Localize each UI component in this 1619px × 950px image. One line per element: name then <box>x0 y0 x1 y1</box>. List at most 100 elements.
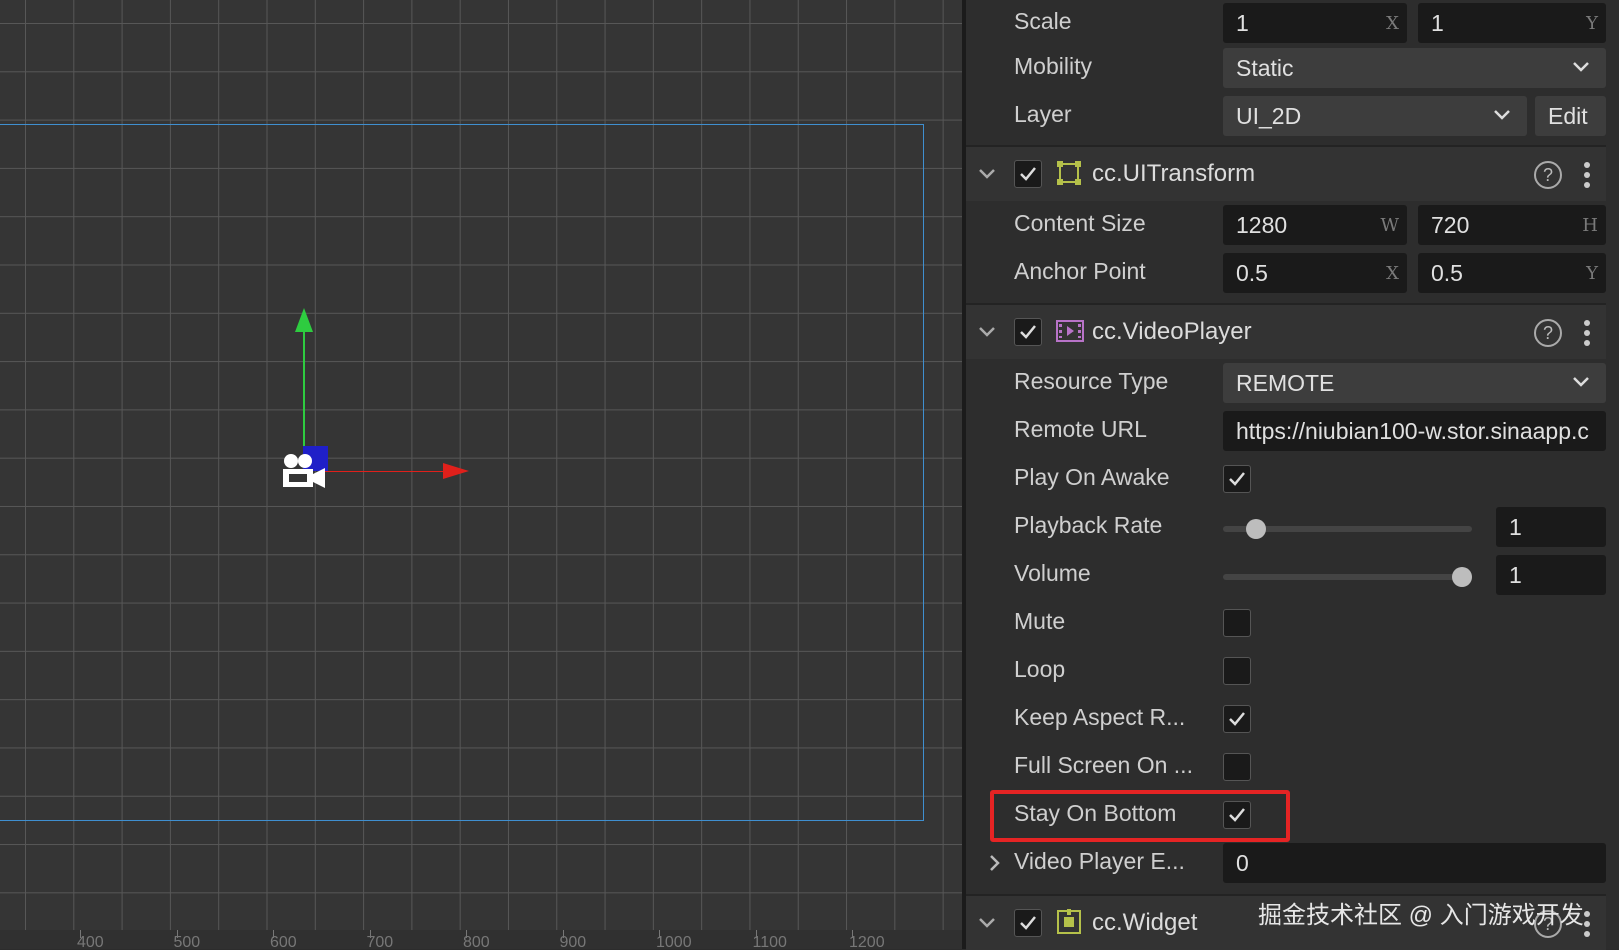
widget-title: cc.Widget <box>1092 909 1198 936</box>
anchor-x-field[interactable]: 0.5 X <box>1223 253 1407 293</box>
loop-label: Loop <box>1014 656 1066 682</box>
ruler-label: 700 <box>366 934 394 949</box>
anchor-point-label: Anchor Point <box>1014 258 1146 284</box>
slider-handle[interactable] <box>1452 567 1472 587</box>
y-axis-arrow-icon[interactable] <box>295 308 313 332</box>
content-width-value: 1280 <box>1236 212 1288 238</box>
ruler-label: 1100 <box>752 934 787 949</box>
full-screen-checkbox[interactable] <box>1223 753 1251 781</box>
chevron-down-icon[interactable] <box>978 914 996 932</box>
y-axis-handle[interactable] <box>303 325 305 450</box>
anchor-y-field[interactable]: 0.5 Y <box>1418 253 1606 293</box>
video-player-events-count[interactable]: 0 <box>1223 843 1606 883</box>
playback-rate-input[interactable]: 1 <box>1496 507 1606 547</box>
chevron-down-icon[interactable] <box>978 165 996 183</box>
mobility-value: Static <box>1236 55 1294 81</box>
remote-url-label: Remote URL <box>1014 416 1147 442</box>
x-axis-handle[interactable] <box>322 471 450 472</box>
ruler-label: 500 <box>173 934 201 949</box>
volume-input[interactable]: 1 <box>1496 555 1606 595</box>
x-axis-arrow-icon[interactable] <box>443 463 469 479</box>
axis-x-label: X <box>1386 263 1399 284</box>
scale-y-field[interactable]: 1 Y <box>1418 3 1606 43</box>
mute-label: Mute <box>1014 608 1066 634</box>
keep-aspect-row: Keep Aspect R... <box>966 696 1606 742</box>
mute-row: Mute <box>966 600 1606 646</box>
ruler-label: 600 <box>270 934 297 949</box>
content-width-field[interactable]: 1280 W <box>1223 205 1407 245</box>
scene-view[interactable]: 400 500 600 700 800 900 1000 1100 1200 <box>0 0 962 949</box>
uitransform-header[interactable]: cc.UITransform ? <box>966 145 1606 201</box>
scale-x-field[interactable]: 1 X <box>1223 3 1407 43</box>
more-options-icon[interactable] <box>1583 319 1591 347</box>
camera-icon[interactable] <box>281 452 329 490</box>
widget-enabled-checkbox[interactable] <box>1014 909 1042 937</box>
more-options-icon[interactable] <box>1583 161 1591 189</box>
resource-type-value: REMOTE <box>1236 370 1335 396</box>
help-icon[interactable]: ? <box>1534 319 1562 347</box>
more-options-icon[interactable] <box>1583 910 1591 938</box>
watermark: 掘金技术社区 @ 入门游戏开发 <box>1258 902 1584 929</box>
remote-url-row: Remote URL https://niubian100-w.stor.sin… <box>966 408 1606 454</box>
keep-aspect-label: Keep Aspect R... <box>1014 704 1186 730</box>
ruler-label: 1000 <box>656 934 692 949</box>
layer-label: Layer <box>1014 101 1072 127</box>
help-icon[interactable]: ? <box>1534 161 1562 189</box>
keep-aspect-checkbox[interactable] <box>1223 705 1251 733</box>
film-icon <box>1056 320 1084 342</box>
playback-rate-row: Playback Rate 1 <box>966 504 1606 550</box>
widget-icon <box>1057 909 1081 934</box>
resource-type-label: Resource Type <box>1014 368 1169 394</box>
uitransform-icon <box>1057 161 1081 185</box>
mobility-label: Mobility <box>1014 53 1092 79</box>
chevron-down-icon <box>1573 377 1589 387</box>
chevron-down-icon <box>1494 110 1510 120</box>
play-on-awake-checkbox[interactable] <box>1223 465 1251 493</box>
layer-select[interactable]: UI_2D <box>1223 96 1527 136</box>
uitransform-title: cc.UITransform <box>1092 160 1256 187</box>
resource-type-select[interactable]: REMOTE <box>1223 363 1606 403</box>
content-size-row: Content Size 1280 W 720 H <box>966 202 1606 248</box>
videoplayer-title: cc.VideoPlayer <box>1092 318 1252 345</box>
mobility-row: Mobility Static <box>966 45 1606 91</box>
resource-type-row: Resource Type REMOTE <box>966 360 1606 406</box>
videoplayer-header[interactable]: cc.VideoPlayer ? <box>966 303 1606 359</box>
anchor-y-value: 0.5 <box>1431 260 1463 286</box>
ruler-label: 1200 <box>849 934 885 949</box>
axis-y-label: Y <box>1586 13 1598 34</box>
highlight-box <box>990 790 1290 842</box>
content-height-value: 720 <box>1431 212 1470 238</box>
layer-edit-button[interactable]: Edit <box>1535 96 1606 136</box>
playback-rate-label: Playback Rate <box>1014 512 1163 538</box>
ruler-label: 400 <box>77 934 104 949</box>
anchor-x-value: 0.5 <box>1236 260 1268 286</box>
content-height-field[interactable]: 720 H <box>1418 205 1606 245</box>
scale-row: Scale 1 X 1 Y <box>966 0 1606 46</box>
slider-handle[interactable] <box>1245 519 1266 539</box>
full-screen-row: Full Screen On ... <box>966 744 1606 790</box>
volume-label: Volume <box>1014 560 1091 586</box>
playback-rate-slider[interactable] <box>1223 519 1472 539</box>
video-player-events-row: Video Player E... 0 <box>966 840 1606 886</box>
ruler-label: 900 <box>559 934 587 949</box>
scale-y-value: 1 <box>1431 10 1444 36</box>
layer-row: Layer UI_2D Edit <box>966 93 1606 139</box>
videoplayer-enabled-checkbox[interactable] <box>1014 318 1042 346</box>
volume-slider[interactable] <box>1223 567 1472 587</box>
content-size-label: Content Size <box>1014 210 1146 236</box>
remote-url-input[interactable]: https://niubian100-w.stor.sinaapp.c <box>1223 411 1606 451</box>
chevron-right-icon[interactable] <box>988 854 1002 872</box>
axis-w-label: W <box>1380 215 1399 236</box>
mute-checkbox[interactable] <box>1223 609 1251 637</box>
scale-x-value: 1 <box>1236 10 1249 36</box>
chevron-down-icon[interactable] <box>978 323 996 341</box>
play-on-awake-row: Play On Awake <box>966 456 1606 502</box>
horizontal-ruler: 400 500 600 700 800 900 1000 1100 1200 <box>0 930 962 949</box>
anchor-point-row: Anchor Point 0.5 X 0.5 Y <box>966 250 1606 296</box>
loop-checkbox[interactable] <box>1223 657 1251 685</box>
scale-label: Scale <box>1014 8 1072 34</box>
uitransform-enabled-checkbox[interactable] <box>1014 160 1042 188</box>
video-player-events-label: Video Player E... <box>1014 848 1185 874</box>
axis-h-label: H <box>1582 215 1598 236</box>
mobility-select[interactable]: Static <box>1223 48 1606 88</box>
